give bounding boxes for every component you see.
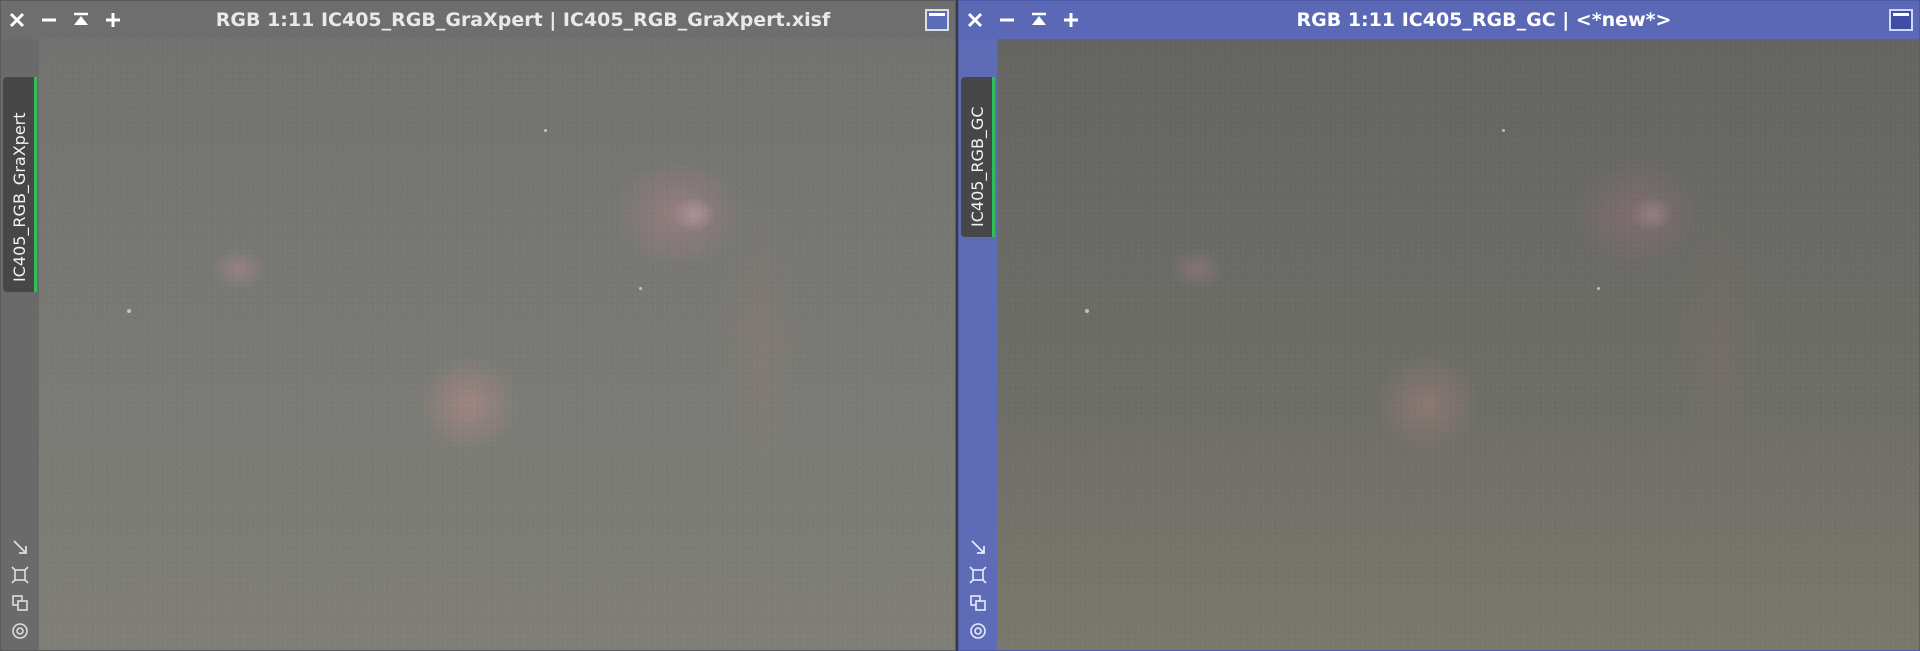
view-tool-icons — [9, 530, 33, 642]
view-identifier-label: IC405_RGB_GC — [968, 106, 987, 228]
maximize-icon[interactable] — [925, 9, 949, 31]
image-window-graxpert[interactable]: RGB 1:11 IC405_RGB_GraXpert | IC405_RGB_… — [0, 0, 956, 651]
plus-icon[interactable] — [97, 1, 129, 39]
view-identifier-tab[interactable]: IC405_RGB_GraXpert — [3, 77, 37, 292]
fit-view-icon[interactable] — [9, 564, 31, 586]
window-titlebar[interactable]: RGB 1:11 IC405_RGB_GC | <*new*> — [959, 1, 1919, 39]
image-canvas[interactable] — [997, 39, 1919, 650]
target-icon[interactable] — [9, 620, 31, 642]
star — [1502, 129, 1505, 132]
close-icon[interactable] — [959, 1, 991, 39]
view-identifier-label: IC405_RGB_GraXpert — [10, 112, 29, 282]
star — [1597, 287, 1600, 290]
window-sidebar: IC405_RGB_GC — [959, 39, 997, 650]
window-title: RGB 1:11 IC405_RGB_GC | <*new*> — [1296, 9, 1672, 31]
shade-icon[interactable] — [65, 1, 97, 39]
view-identifier-tab[interactable]: IC405_RGB_GC — [961, 77, 995, 237]
fit-view-icon[interactable] — [967, 564, 989, 586]
image-window-gc[interactable]: RGB 1:11 IC405_RGB_GC | <*new*> IC405_RG… — [958, 0, 1920, 651]
clone-icon[interactable] — [9, 592, 31, 614]
minimize-icon[interactable] — [33, 1, 65, 39]
image-noise — [39, 39, 955, 650]
image-noise — [997, 39, 1919, 650]
diagonal-arrow-icon[interactable] — [967, 536, 989, 558]
star — [127, 309, 131, 313]
window-titlebar[interactable]: RGB 1:11 IC405_RGB_GraXpert | IC405_RGB_… — [1, 1, 955, 39]
image-canvas[interactable] — [39, 39, 955, 650]
close-icon[interactable] — [1, 1, 33, 39]
minimize-icon[interactable] — [991, 1, 1023, 39]
target-icon[interactable] — [967, 620, 989, 642]
view-tool-icons — [967, 530, 991, 642]
window-title: RGB 1:11 IC405_RGB_GraXpert | IC405_RGB_… — [215, 9, 831, 31]
window-sidebar: IC405_RGB_GraXpert — [1, 39, 39, 650]
star — [1085, 309, 1089, 313]
star — [544, 129, 547, 132]
diagonal-arrow-icon[interactable] — [9, 536, 31, 558]
clone-icon[interactable] — [967, 592, 989, 614]
maximize-icon[interactable] — [1889, 9, 1913, 31]
star — [639, 287, 642, 290]
shade-icon[interactable] — [1023, 1, 1055, 39]
plus-icon[interactable] — [1055, 1, 1087, 39]
